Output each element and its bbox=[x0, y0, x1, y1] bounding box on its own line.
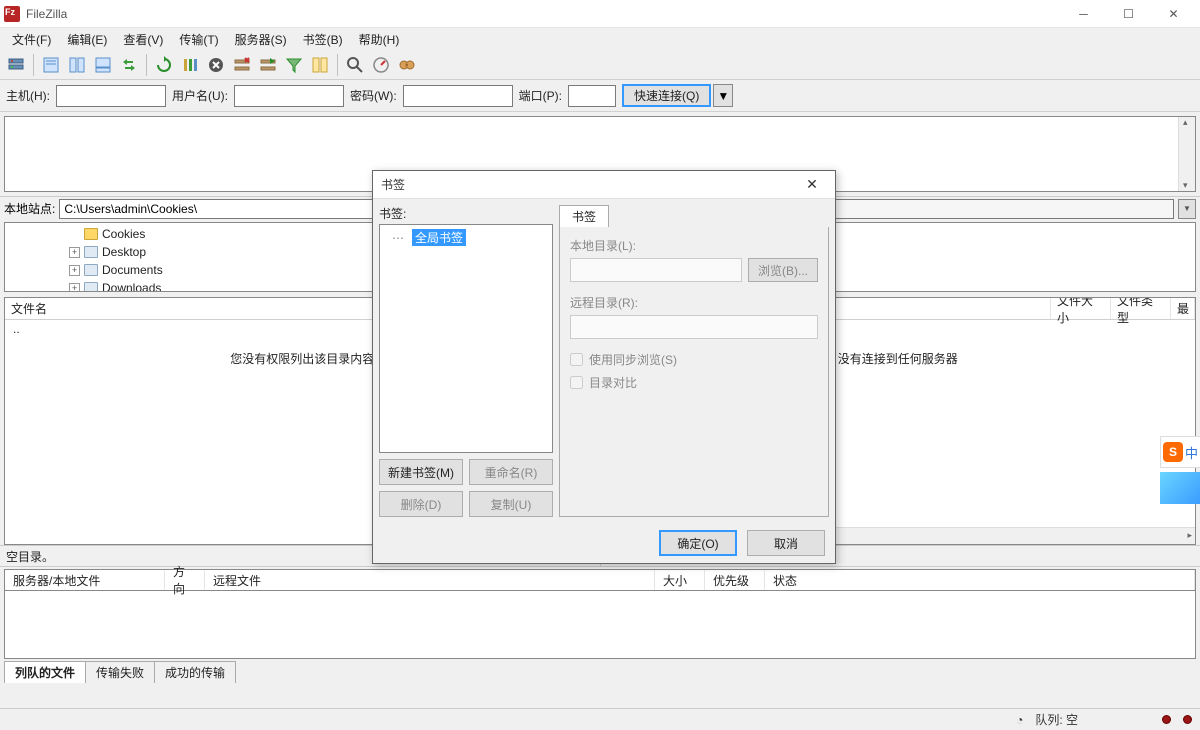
toolbar bbox=[0, 50, 1200, 80]
dialog-title: 书签 bbox=[381, 176, 797, 193]
dialog-titlebar[interactable]: 书签 ✕ bbox=[373, 171, 835, 199]
local-site-label: 本地站点: bbox=[4, 200, 55, 217]
site-manager-icon[interactable] bbox=[4, 53, 28, 77]
pass-input[interactable] bbox=[403, 85, 513, 107]
find-icon[interactable] bbox=[395, 53, 419, 77]
sync-browse-icon[interactable] bbox=[117, 53, 141, 77]
dialog-close-icon[interactable]: ✕ bbox=[797, 176, 827, 193]
activity-led-2 bbox=[1183, 715, 1192, 724]
menu-view[interactable]: 查看(V) bbox=[115, 29, 171, 50]
quickconnect-bar: 主机(H): 用户名(U): 密码(W): 端口(P): 快速连接(Q) ▼ bbox=[0, 80, 1200, 112]
tree-heading: 书签: bbox=[379, 205, 553, 222]
tab-queued[interactable]: 列队的文件 bbox=[4, 661, 86, 683]
menu-edit[interactable]: 编辑(E) bbox=[59, 29, 115, 50]
compare-icon[interactable] bbox=[308, 53, 332, 77]
no-permission-msg: 您没有权限列出该目录内容 bbox=[230, 350, 374, 367]
search-icon[interactable] bbox=[343, 53, 367, 77]
disconnect-icon[interactable] bbox=[230, 53, 254, 77]
remote-site-dropdown[interactable]: ▼ bbox=[1178, 199, 1196, 219]
browse-button: 浏览(B)... bbox=[748, 258, 818, 282]
bookmark-tab[interactable]: 书签 bbox=[559, 205, 609, 227]
titlebar: FileZilla ─ ☐ ✕ bbox=[0, 0, 1200, 28]
pass-label: 密码(W): bbox=[350, 87, 397, 104]
bookmark-tree[interactable]: ⋯ 全局书签 bbox=[379, 224, 553, 453]
up-dir-item[interactable]: .. bbox=[13, 322, 20, 336]
statusbar: ◔ 队列: 空 bbox=[0, 708, 1200, 730]
app-icon bbox=[4, 6, 20, 22]
remote-dir-label: 远程目录(R): bbox=[570, 294, 818, 311]
compare-checkbox bbox=[570, 376, 583, 389]
process-queue-icon[interactable] bbox=[178, 53, 202, 77]
no-connection-msg: 没有连接到任何服务器 bbox=[838, 350, 958, 367]
new-bookmark-button[interactable]: 新建书签(M) bbox=[379, 459, 463, 485]
close-button[interactable]: ✕ bbox=[1151, 0, 1196, 28]
remote-dir-input bbox=[570, 315, 818, 339]
reconnect-icon[interactable] bbox=[256, 53, 280, 77]
speed-limit-icon[interactable] bbox=[369, 53, 393, 77]
app-title: FileZilla bbox=[26, 7, 1061, 21]
refresh-icon[interactable] bbox=[152, 53, 176, 77]
activity-led-1 bbox=[1162, 715, 1171, 724]
quickconnect-button[interactable]: 快速连接(Q) bbox=[622, 84, 711, 107]
sync-checkbox bbox=[570, 353, 583, 366]
local-dir-input bbox=[570, 258, 742, 282]
maximize-button[interactable]: ☐ bbox=[1106, 0, 1151, 28]
assist-badge[interactable] bbox=[1160, 472, 1200, 504]
log-scrollbar[interactable] bbox=[1178, 117, 1195, 191]
ime-badge[interactable]: S中 bbox=[1160, 436, 1200, 468]
port-input[interactable] bbox=[568, 85, 616, 107]
delete-button: 删除(D) bbox=[379, 491, 463, 517]
ok-button[interactable]: 确定(O) bbox=[659, 530, 737, 556]
toggle-log-icon[interactable] bbox=[39, 53, 63, 77]
menu-file[interactable]: 文件(F) bbox=[4, 29, 59, 50]
toggle-tree-icon[interactable] bbox=[65, 53, 89, 77]
menu-transfer[interactable]: 传输(T) bbox=[171, 29, 226, 50]
queue-header[interactable]: 服务器/本地文件 方向 远程文件 大小 优先级 状态 bbox=[4, 569, 1196, 591]
bookmarks-dialog: 书签 ✕ 书签: ⋯ 全局书签 新建书签(M) 重命名(R) 删除(D) 复制(… bbox=[372, 170, 836, 564]
rename-button: 重命名(R) bbox=[469, 459, 553, 485]
port-label: 端口(P): bbox=[519, 87, 562, 104]
copy-button: 复制(U) bbox=[469, 491, 553, 517]
queue-status-label: 队列: 空 bbox=[1035, 711, 1078, 728]
local-dir-label: 本地目录(L): bbox=[570, 237, 818, 254]
minimize-button[interactable]: ─ bbox=[1061, 0, 1106, 28]
tab-failed[interactable]: 传输失败 bbox=[85, 661, 155, 683]
host-input[interactable] bbox=[56, 85, 166, 107]
host-label: 主机(H): bbox=[6, 87, 50, 104]
user-label: 用户名(U): bbox=[172, 87, 228, 104]
global-bookmark-item[interactable]: 全局书签 bbox=[412, 229, 466, 246]
toggle-queue-icon[interactable] bbox=[91, 53, 115, 77]
filter-icon[interactable] bbox=[282, 53, 306, 77]
menubar: 文件(F) 编辑(E) 查看(V) 传输(T) 服务器(S) 书签(B) 帮助(… bbox=[0, 28, 1200, 50]
menu-bookmarks[interactable]: 书签(B) bbox=[295, 29, 351, 50]
cancel-button[interactable]: 取消 bbox=[747, 530, 825, 556]
cancel-icon[interactable] bbox=[204, 53, 228, 77]
menu-help[interactable]: 帮助(H) bbox=[351, 29, 408, 50]
user-input[interactable] bbox=[234, 85, 344, 107]
tab-success[interactable]: 成功的传输 bbox=[154, 661, 236, 683]
queue-status-icon: ◔ bbox=[1016, 713, 1023, 727]
menu-server[interactable]: 服务器(S) bbox=[227, 29, 295, 50]
queue-body[interactable] bbox=[4, 591, 1196, 659]
queue-tabs: 列队的文件 传输失败 成功的传输 bbox=[0, 659, 1200, 683]
quickconnect-dropdown[interactable]: ▼ bbox=[713, 84, 733, 107]
